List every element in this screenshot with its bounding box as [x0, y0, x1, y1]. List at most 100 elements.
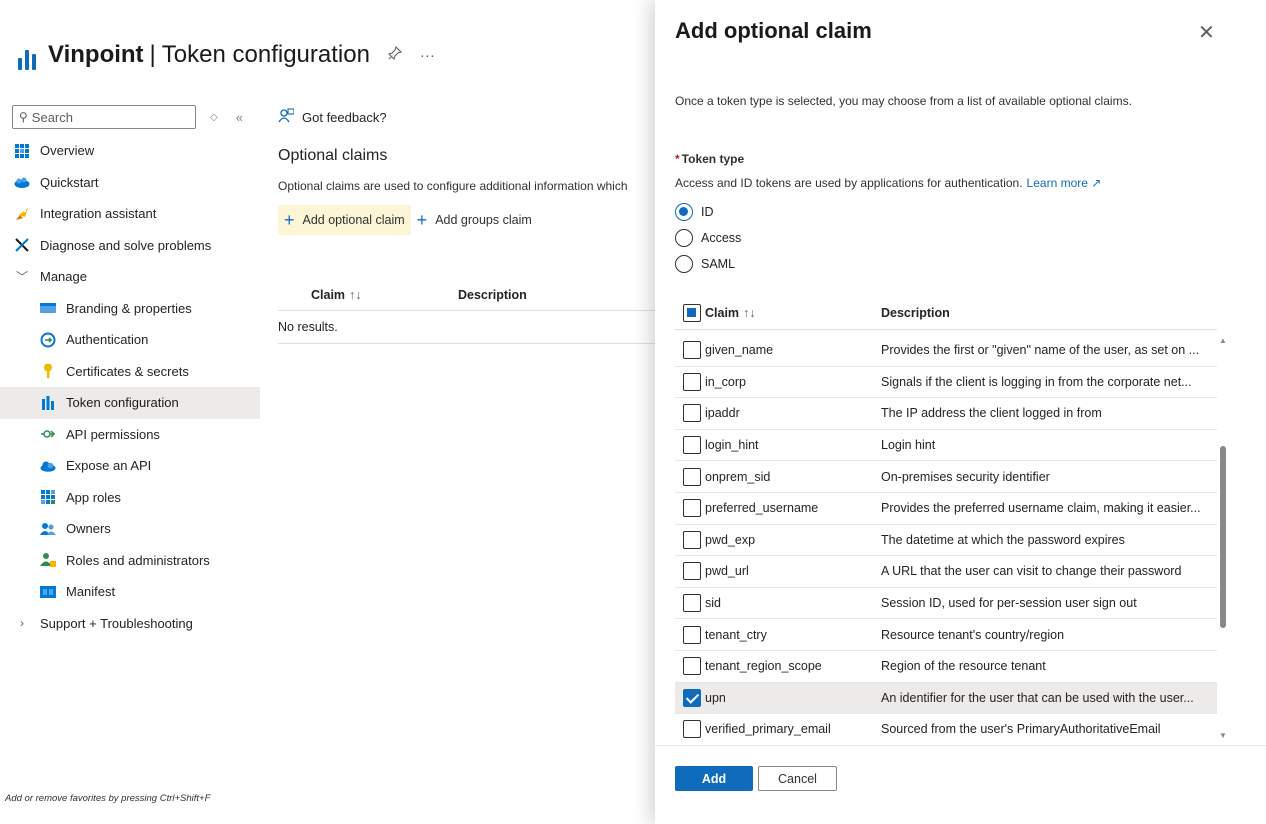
column-header-claim[interactable]: Claim ↑↓: [705, 306, 881, 320]
close-icon[interactable]: ✕: [1198, 20, 1215, 45]
claim-name: in_corp: [705, 374, 746, 389]
column-header-claim[interactable]: Claim ↑↓: [278, 288, 458, 302]
sidebar-item-integration-assistant[interactable]: Integration assistant: [0, 198, 260, 230]
add-groups-claim-button[interactable]: + Add groups claim: [411, 205, 538, 235]
sidebar-item-certificates[interactable]: Certificates & secrets: [0, 356, 260, 388]
sidebar-item-label: Integration assistant: [40, 206, 157, 222]
row-check-cell: [675, 404, 705, 423]
row-checkbox[interactable]: [683, 341, 701, 360]
table-row[interactable]: tenant_region_scope Region of the resourc…: [675, 651, 1217, 683]
panel-title: Add optional claim: [675, 18, 872, 43]
claim-name: ipaddr: [705, 406, 740, 421]
token-type-radio-group: ID Access SAML: [675, 199, 741, 277]
scrollbar-thumb[interactable]: [1220, 446, 1226, 628]
row-checkbox[interactable]: [683, 499, 701, 518]
row-checkbox[interactable]: [683, 404, 701, 423]
optional-claims-table: Claim ↑↓ Description given_name Provides t…: [675, 296, 1217, 738]
search-placeholder: Search: [31, 109, 73, 125]
sidebar-item-expose-api[interactable]: Expose an API: [0, 450, 260, 482]
row-checkbox[interactable]: [683, 467, 701, 486]
sidebar-item-roles-admins[interactable]: Roles and administrators: [0, 545, 260, 577]
row-checkbox[interactable]: [683, 436, 701, 455]
row-check-cell: [675, 657, 705, 676]
table-row[interactable]: pwd_url A URL that the user can visit to …: [675, 556, 1217, 588]
claim-description: Region of the resource tenant: [881, 659, 1046, 674]
app-logo-icon: [18, 46, 38, 70]
sidebar-group-support[interactable]: › Support + Troubleshooting: [0, 608, 260, 640]
sidebar-item-manifest[interactable]: Manifest: [0, 576, 260, 608]
learn-more-label: Learn more: [1026, 176, 1088, 190]
radio-option-access[interactable]: Access: [675, 225, 741, 251]
auth-icon: [40, 332, 56, 348]
sidebar-item-owners[interactable]: Owners: [0, 513, 260, 545]
page-header: Vinpoint | Token configuration ···: [18, 40, 435, 70]
row-checkbox[interactable]: [683, 625, 701, 644]
learn-more-link[interactable]: Learn more ↗: [1027, 176, 1102, 190]
scroll-up-icon[interactable]: ▲: [1219, 336, 1227, 345]
sidebar-group-manage[interactable]: ﹀ Manage: [0, 261, 260, 293]
sidebar-item-diagnose[interactable]: Diagnose and solve problems: [0, 230, 260, 262]
sidebar-item-overview[interactable]: Overview: [0, 135, 260, 167]
radio-option-id[interactable]: ID: [675, 199, 741, 225]
row-check-cell: [675, 341, 705, 360]
claim-name: upn: [705, 690, 726, 705]
add-button[interactable]: Add: [675, 766, 753, 791]
sidebar-item-authentication[interactable]: Authentication: [0, 324, 260, 356]
table-row[interactable]: onprem_sid On-premises security identifie…: [675, 461, 1217, 493]
app-name: Vinpoint: [48, 41, 144, 68]
claim-description: An identifier for the user that can be u…: [881, 690, 1194, 705]
row-checkbox[interactable]: [683, 594, 701, 613]
claim-description: Signals if the client is logging in from…: [881, 374, 1192, 389]
sidebar-item-app-roles[interactable]: App roles: [0, 482, 260, 514]
claim-name: pwd_exp: [705, 532, 756, 547]
feedback-link[interactable]: Got feedback?: [278, 105, 658, 129]
cancel-button[interactable]: Cancel: [758, 766, 837, 791]
claims-scrollbar[interactable]: ▲ ▼: [1217, 334, 1229, 742]
scroll-down-icon[interactable]: ▼: [1219, 731, 1227, 740]
table-row[interactable]: tenant_ctry Resource tenant's country/reg…: [675, 619, 1217, 651]
pin-icon[interactable]: [387, 45, 402, 64]
sidebar-item-token-configuration[interactable]: Token configuration: [0, 387, 260, 419]
add-optional-claim-panel: Add optional claim ✕ Once a token type i…: [655, 0, 1266, 824]
radio-option-saml[interactable]: SAML: [675, 251, 741, 277]
sidebar-nav: Overview Quickstart Integration assistan…: [0, 135, 260, 639]
collapse-sidebar-icon[interactable]: «: [236, 110, 243, 125]
table-row[interactable]: given_name Provides the first or "given" …: [675, 335, 1217, 367]
sidebar-item-api-permissions[interactable]: API permissions: [0, 419, 260, 451]
column-header-claim-label: Claim: [705, 305, 740, 320]
radio-button[interactable]: [675, 203, 693, 221]
table-row[interactable]: sid Session ID, used for per-session user…: [675, 588, 1217, 620]
radio-button[interactable]: [675, 255, 693, 273]
table-row[interactable]: login_hint Login hint: [675, 430, 1217, 462]
empty-results: No results.: [278, 311, 658, 344]
table-row[interactable]: verified_primary_email Sourced from the u…: [675, 714, 1217, 738]
page-title: Vinpoint | Token configuration: [48, 41, 370, 69]
section-title: Optional claims: [278, 147, 388, 164]
select-all-checkbox[interactable]: [683, 303, 701, 322]
table-row[interactable]: in_corp Signals if the client is logging …: [675, 367, 1217, 399]
table-row[interactable]: pwd_exp The datetime at which the passwor…: [675, 525, 1217, 557]
row-checkbox[interactable]: [683, 657, 701, 676]
more-options-icon[interactable]: ···: [420, 47, 435, 64]
table-row[interactable]: preferred_username Provides the preferred…: [675, 493, 1217, 525]
sidebar-item-branding[interactable]: Branding & properties: [0, 293, 260, 325]
search-input[interactable]: ⚲ Search: [12, 105, 196, 129]
row-checkbox[interactable]: [683, 372, 701, 391]
add-optional-claim-button[interactable]: + Add optional claim: [278, 205, 411, 235]
sidebar-item-quickstart[interactable]: Quickstart: [0, 167, 260, 199]
sidebar-item-label: Authentication: [66, 332, 149, 348]
claim-description: Resource tenant's country/region: [881, 627, 1065, 642]
row-checkbox-checked[interactable]: [683, 688, 701, 707]
grid-icon: [40, 489, 56, 505]
table-row-selected[interactable]: upn An identifier for the user that can b…: [675, 682, 1217, 715]
row-checkbox[interactable]: [683, 720, 701, 738]
table-row[interactable]: ipaddr The IP address the client logged i…: [675, 398, 1217, 430]
required-marker: *: [675, 152, 680, 166]
row-checkbox[interactable]: [683, 530, 701, 549]
row-checkbox[interactable]: [683, 562, 701, 581]
sort-toggle-icon[interactable]: ◇: [210, 112, 218, 123]
radio-button[interactable]: [675, 229, 693, 247]
claim-name: preferred_username: [705, 501, 819, 516]
sidebar-item-label: Branding & properties: [66, 300, 192, 316]
feedback-label: Got feedback?: [302, 109, 387, 125]
